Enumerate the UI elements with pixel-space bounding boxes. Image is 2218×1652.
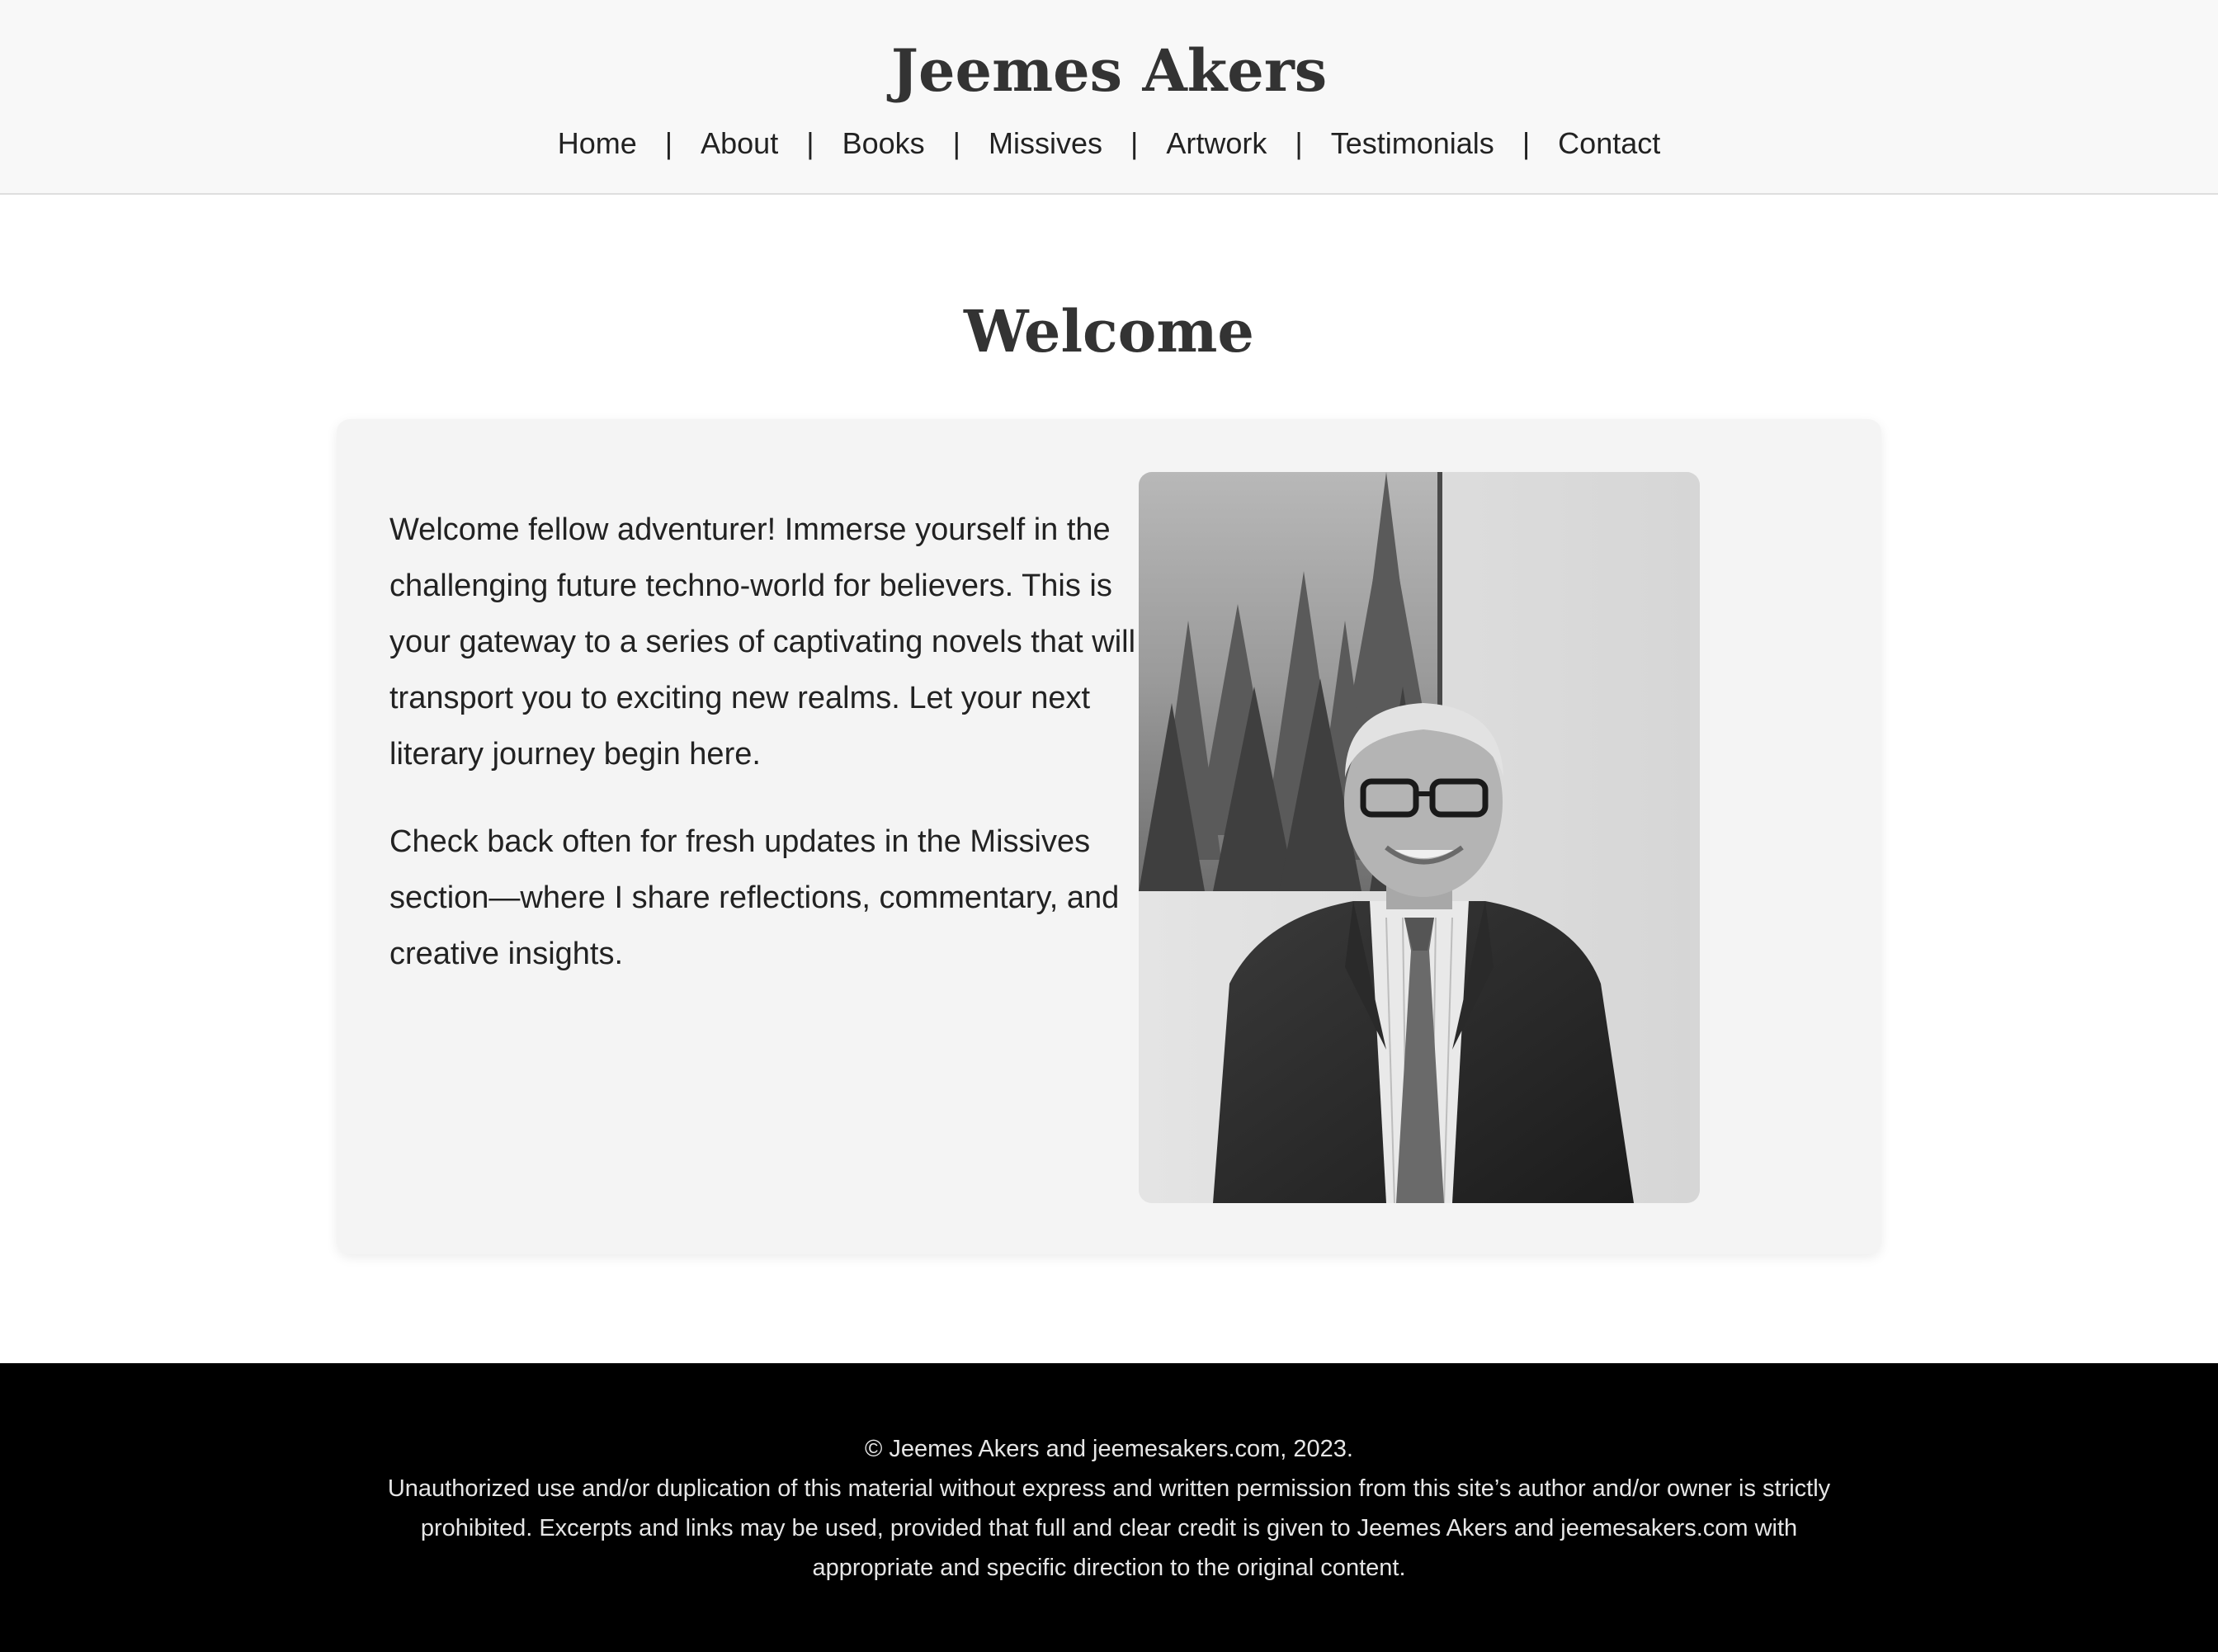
- nav-separator: |: [664, 126, 673, 160]
- page-heading: Welcome: [964, 297, 1254, 366]
- footer-copyright: © Jeemes Akers and jeemesakers.com, 2023…: [865, 1436, 1353, 1462]
- main-nav: Home | About | Books | Missives | Artwor…: [0, 122, 2218, 165]
- nav-item-home[interactable]: Home: [558, 122, 637, 165]
- site-header: Jeemes Akers Home | About | Books | Miss…: [0, 0, 2218, 195]
- welcome-text: Welcome fellow adventurer! Immerse yours…: [389, 502, 1140, 1013]
- nav-item-about[interactable]: About: [701, 122, 778, 165]
- nav-separator: |: [1130, 126, 1139, 160]
- nav-separator: |: [1522, 126, 1531, 160]
- nav-separator: |: [806, 126, 814, 160]
- footer-notice: Unauthorized use and/or duplication of t…: [387, 1475, 1831, 1581]
- nav-item-books[interactable]: Books: [842, 122, 925, 165]
- nav-separator: |: [1295, 126, 1303, 160]
- nav-item-contact[interactable]: Contact: [1558, 122, 1660, 165]
- welcome-card: Welcome fellow adventurer! Immerse yours…: [337, 419, 1881, 1254]
- author-portrait: [1139, 472, 1700, 1203]
- nav-item-testimonials[interactable]: Testimonials: [1331, 122, 1494, 165]
- nav-item-artwork[interactable]: Artwork: [1166, 122, 1267, 165]
- missives-paragraph: Check back often for fresh updates in th…: [389, 824, 1120, 971]
- nav-item-missives[interactable]: Missives: [989, 122, 1102, 165]
- site-title[interactable]: Jeemes Akers: [0, 31, 2218, 111]
- site-footer: © Jeemes Akers and jeemesakers.com, 2023…: [0, 1363, 2218, 1652]
- welcome-paragraph: Welcome fellow adventurer! Immerse yours…: [389, 512, 1136, 772]
- nav-separator: |: [952, 126, 960, 160]
